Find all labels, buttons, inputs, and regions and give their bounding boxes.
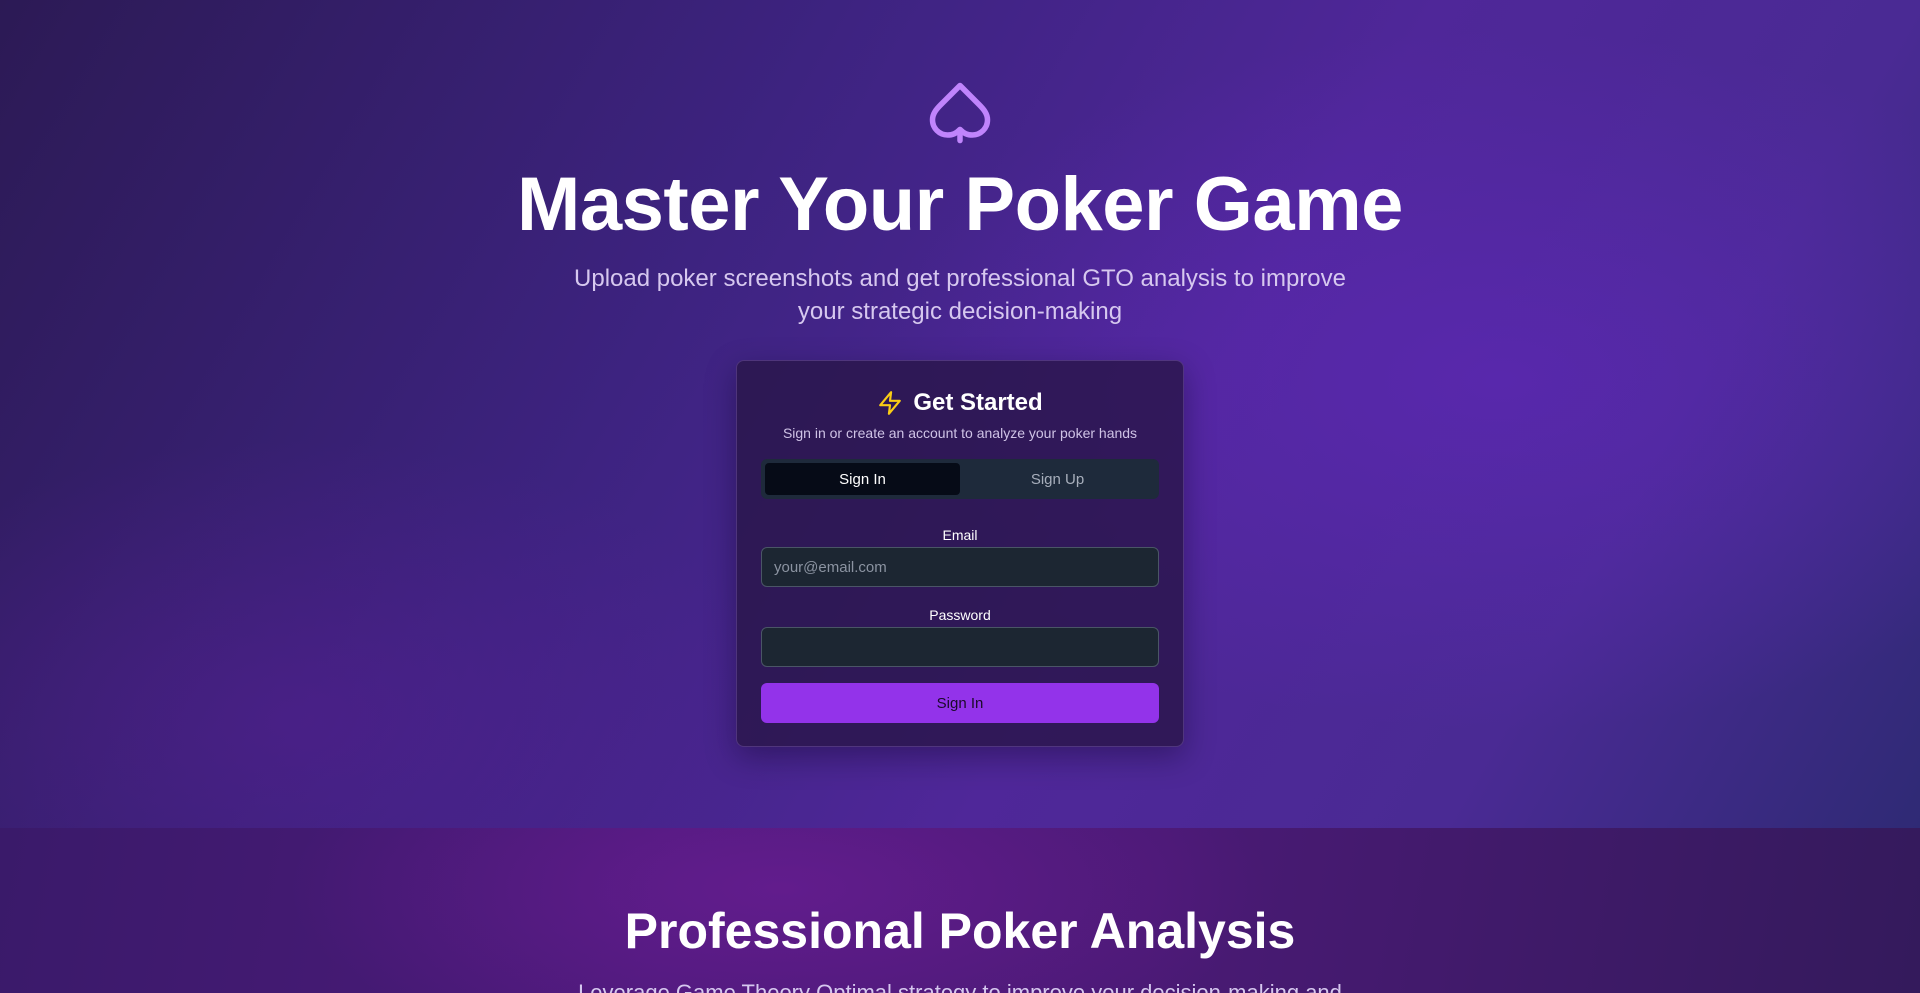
hero-section: Master Your Poker Game Upload poker scre… [0, 0, 1920, 828]
auth-card: Get Started Sign in or create an account… [736, 360, 1184, 747]
hero-title: Master Your Poker Game [517, 162, 1403, 247]
hero-subtitle: Upload poker screenshots and get profess… [574, 265, 1346, 325]
spade-icon [929, 82, 991, 144]
password-label: Password [929, 607, 991, 623]
tab-sign-up[interactable]: Sign Up [960, 463, 1155, 495]
auth-card-title: Get Started [913, 389, 1043, 416]
sign-in-button[interactable]: Sign In [761, 683, 1159, 723]
tab-sign-in[interactable]: Sign In [765, 463, 960, 495]
auth-tabs: Sign In Sign Up [761, 459, 1159, 499]
features-subtitle: Leverage Game Theory Optimal strategy to… [578, 980, 1342, 993]
auth-card-description: Sign in or create an account to analyze … [782, 425, 1138, 441]
features-title: Professional Poker Analysis [624, 903, 1296, 959]
password-input[interactable] [761, 627, 1159, 667]
email-input[interactable] [761, 547, 1159, 587]
auth-card-header: Get Started [737, 387, 1183, 419]
lightning-bolt-icon [879, 391, 902, 415]
email-label: Email [942, 527, 978, 543]
